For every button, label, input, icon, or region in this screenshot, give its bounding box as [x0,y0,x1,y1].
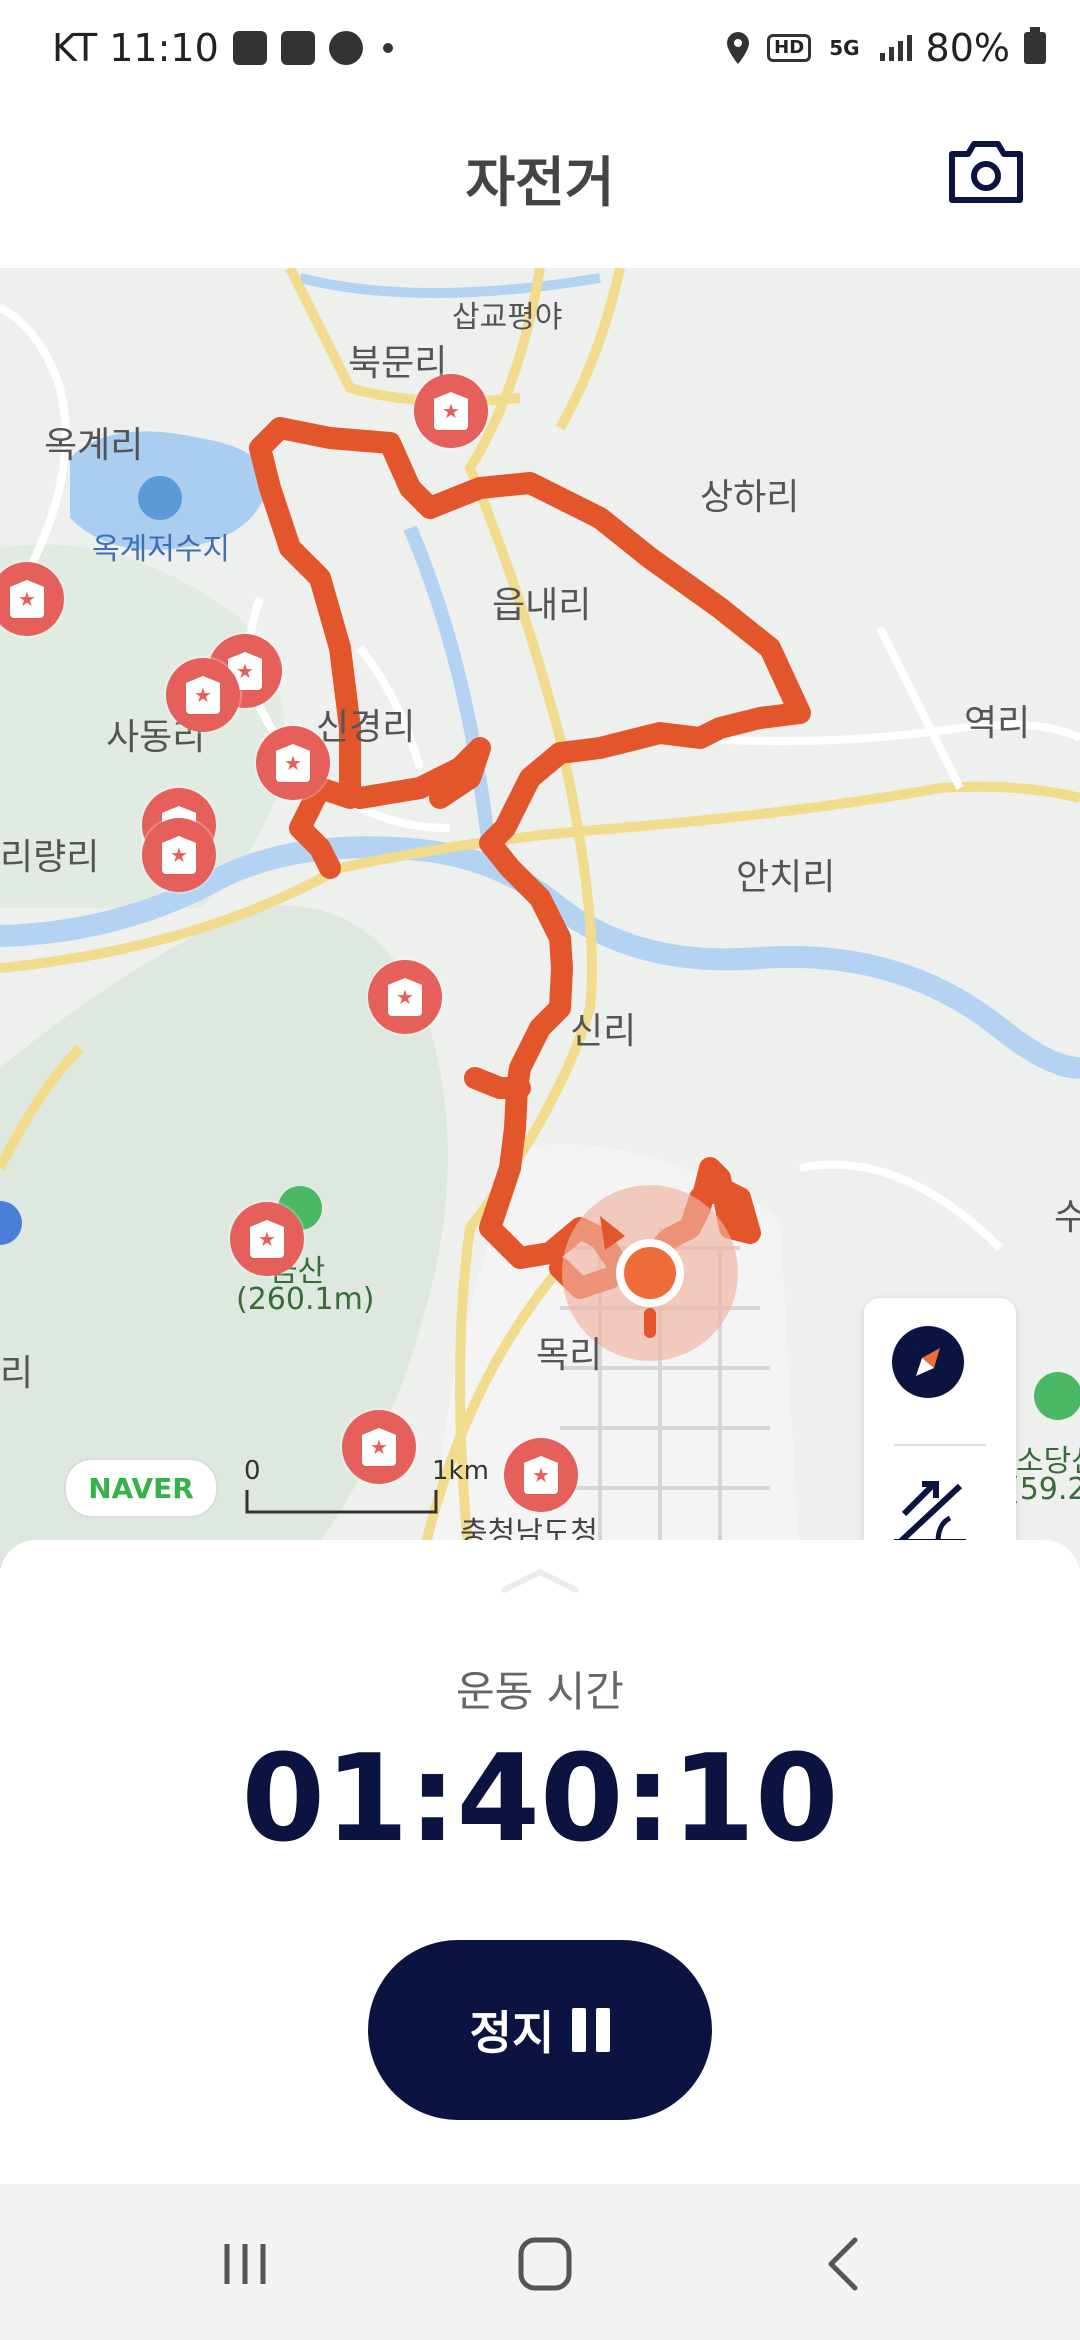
bookmark-star-icon: ★ [524,1456,558,1494]
place-marker[interactable]: ★ [414,374,488,448]
map-view[interactable]: 삽교평야 북문리 옥계리 옥계저수지 상하리 읍내리 사동리 신경리 역리 리량… [0,268,1080,1568]
back-icon [828,2237,858,2291]
app-notification-icon [280,31,315,65]
status-time: KT 11:10 [52,26,219,70]
map-label: 안치리 [736,857,836,898]
map-label: 삽교평야 [452,300,563,335]
place-marker[interactable]: ★ [368,960,442,1034]
battery-icon [1024,27,1046,64]
home-button[interactable] [500,2224,590,2304]
map-label: 역리 [964,703,1031,744]
place-marker[interactable]: ★ [504,1438,578,1512]
divider [894,1444,986,1446]
recent-apps-button[interactable] [200,2224,290,2304]
pay-icon [232,31,267,65]
map-label: 읍내리 [492,585,592,626]
recent-apps-icon [224,2244,266,2284]
place-marker[interactable]: ★ [166,658,240,732]
messenger-icon [328,31,363,65]
place-marker[interactable]: ★ [256,726,330,800]
place-marker[interactable]: ★ [230,1202,304,1276]
scale-km: 1km [432,1456,489,1486]
map-label: 옥계리 [44,425,144,466]
signal-icon [879,35,912,61]
chevron-up-icon[interactable] [500,1566,580,1596]
camera-icon[interactable] [948,140,1024,204]
location-icon [727,32,750,64]
bookmark-star-icon: ★ [434,392,468,430]
home-icon [518,2237,572,2291]
compass-icon [892,1326,964,1398]
map-label: 신경리 [316,707,416,748]
map-label: (260.1m) [236,1282,375,1317]
scale-zero: 0 [244,1456,261,1486]
map-label: 목리 [536,1335,603,1376]
map-label: 리 [0,1353,34,1394]
more-notifications-icon [382,43,393,53]
back-button[interactable] [800,2224,890,2304]
pause-icon [572,2008,611,2052]
map-label: 신리 [570,1011,637,1052]
map-label: 옥계저수지 [92,532,230,567]
map-label: 수 [1054,1197,1080,1238]
map-label: (59.2m) [1008,1472,1080,1507]
place-marker[interactable]: ★ [342,1410,416,1484]
compass-button[interactable] [890,1324,990,1424]
stop-button-label: 정지 [469,2006,555,2060]
workout-time-label: 운동 시간 [456,1667,624,1716]
page-title: 자전거 [465,151,615,214]
app-header: 자전거 [0,100,1080,268]
bookmark-star-icon: ★ [10,580,44,618]
system-nav-bar [0,2184,1080,2340]
hd-icon: HD [767,34,812,62]
map-label: 리량리 [0,837,100,878]
map-controls [864,1298,1016,1568]
workout-time-value: 01:40:10 [241,1730,839,1869]
bookmark-star-icon: ★ [276,744,310,782]
slope-icon [894,1481,966,1545]
status-bar: KT 11:10 HD 5G 80% [0,0,1080,100]
bookmark-star-icon: ★ [186,676,220,714]
bookmark-star-icon: ★ [250,1220,284,1258]
naver-logo[interactable]: NAVER [64,1458,218,1518]
bookmark-star-icon: ★ [362,1428,396,1466]
bookmark-star-icon: ★ [388,978,422,1016]
bookmark-star-icon: ★ [162,836,196,874]
workout-panel: 운동 시간 01:40:10 정지 [0,1540,1080,2184]
network-5g-icon: 5G [829,36,860,60]
stop-button[interactable]: 정지 [368,1940,712,2120]
battery-percent: 80% [925,26,1010,70]
place-marker[interactable]: ★ [142,818,216,892]
map-label: 상하리 [700,477,800,518]
